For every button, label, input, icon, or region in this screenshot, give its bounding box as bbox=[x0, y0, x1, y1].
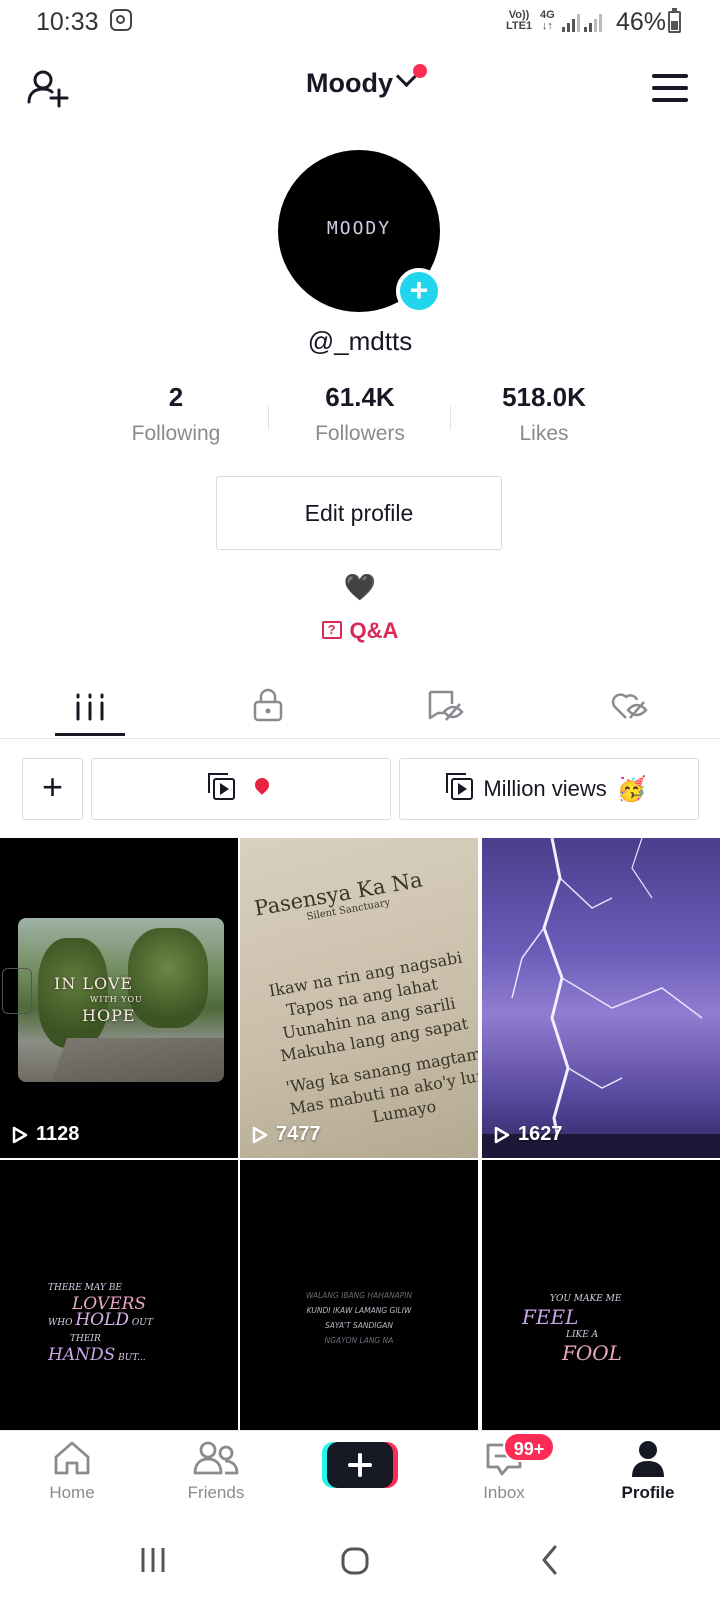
volte-indicator: Vo)) LTE1 bbox=[506, 10, 532, 32]
overlay-text: WHO bbox=[48, 1318, 73, 1328]
recent-apps-icon[interactable] bbox=[138, 1546, 168, 1574]
network-type-indicator: 4G ↓↑ bbox=[540, 10, 555, 32]
profile-tabs bbox=[0, 676, 720, 739]
create-icon bbox=[322, 1442, 398, 1488]
thumbnail-image: THERE MAY BE LOVERS WHO HOLD OUT THEIR H… bbox=[48, 1280, 153, 1366]
thumbnail-image: YOU MAKE ME FEEL LIKE A FOOL bbox=[522, 1290, 622, 1365]
add-playlist-button[interactable]: + bbox=[22, 758, 83, 820]
thumbnail-image: Pasensya Ka Na Silent Sanctuary Ikaw na … bbox=[240, 838, 478, 1153]
menu-button[interactable] bbox=[652, 74, 688, 102]
status-bar: 10:33 Vo)) LTE1 4G ↓↑ 46% bbox=[0, 0, 720, 44]
party-emoji: 🥳 bbox=[616, 775, 647, 803]
likes-count[interactable]: 518.0K bbox=[454, 382, 634, 413]
battery-icon bbox=[668, 8, 681, 33]
friends-icon bbox=[193, 1441, 239, 1475]
active-tab-indicator bbox=[55, 733, 125, 736]
profile-title: Moody bbox=[306, 68, 393, 98]
qa-label: Q&A bbox=[349, 618, 399, 643]
qa-icon: ? bbox=[321, 621, 342, 640]
view-count: 7477 bbox=[252, 1123, 321, 1146]
view-count: 1128 bbox=[12, 1123, 79, 1146]
overlay-text: BUT... bbox=[118, 1353, 146, 1363]
system-nav bbox=[0, 1520, 720, 1600]
overlay-text: NGAYON LANG NA bbox=[324, 1336, 394, 1345]
thumbnail-image: IN LOVE WITH YOU HOPE bbox=[18, 918, 224, 1082]
tab-private[interactable] bbox=[180, 676, 360, 738]
bio-text: 🖤 bbox=[343, 572, 377, 602]
home-icon bbox=[54, 1441, 90, 1475]
overlay-text: HOPE bbox=[82, 1006, 136, 1025]
nav-profile[interactable]: Profile bbox=[576, 1431, 720, 1519]
battery-percentage: 46% bbox=[616, 8, 667, 36]
nav-label: Inbox bbox=[483, 1483, 525, 1502]
overlay-text: OUT bbox=[131, 1318, 153, 1328]
add-avatar-button[interactable]: + bbox=[396, 268, 442, 314]
play-icon bbox=[494, 1126, 510, 1143]
likes-label[interactable]: Likes bbox=[454, 422, 634, 446]
heart-off-icon bbox=[611, 693, 648, 719]
overlay-text: IN LOVE bbox=[54, 974, 134, 993]
profile-icon bbox=[632, 1441, 664, 1477]
network-arrows: ↓↑ bbox=[541, 20, 553, 32]
status-time: 10:33 bbox=[36, 8, 99, 36]
stat-divider bbox=[450, 406, 451, 430]
video-thumbnail[interactable]: Pasensya Ka Na Silent Sanctuary Ikaw na … bbox=[240, 838, 478, 1158]
back-icon[interactable] bbox=[540, 1544, 560, 1576]
overlay-text: HOLD bbox=[75, 1310, 130, 1330]
video-thumbnail[interactable]: WALANG IBANG HAHANAPIN KUNDI IKAW LAMANG… bbox=[240, 1160, 478, 1430]
video-thumbnail[interactable]: 1627 bbox=[482, 838, 720, 1158]
grid-icon bbox=[76, 693, 104, 721]
home-button-icon[interactable] bbox=[340, 1546, 370, 1576]
playlist-label: Million views bbox=[483, 776, 607, 801]
playlist-icon bbox=[446, 773, 474, 800]
followers-count[interactable]: 61.4K bbox=[270, 382, 450, 413]
video-thumbnail[interactable]: IN LOVE WITH YOU HOPE 1128 bbox=[0, 838, 238, 1158]
view-count: 1627 bbox=[494, 1123, 563, 1146]
notification-dot bbox=[413, 64, 427, 78]
playlist-item[interactable] bbox=[91, 758, 391, 820]
inbox-badge: 99+ bbox=[503, 1432, 555, 1462]
pin-icon bbox=[252, 775, 272, 795]
signal-icon-2 bbox=[584, 14, 602, 32]
overlay-text: WALANG IBANG HAHANAPIN bbox=[305, 1291, 413, 1300]
username: @_mdtts bbox=[307, 326, 413, 356]
followers-label[interactable]: Followers bbox=[270, 422, 450, 446]
video-thumbnail[interactable]: THERE MAY BE LOVERS WHO HOLD OUT THEIR H… bbox=[0, 1160, 238, 1430]
volte-line-2: LTE1 bbox=[506, 20, 533, 32]
following-count[interactable]: 2 bbox=[86, 382, 266, 413]
eye-off-icon bbox=[428, 690, 464, 721]
create-button[interactable] bbox=[322, 1440, 398, 1490]
tab-liked[interactable] bbox=[540, 676, 720, 738]
overlay-text: KUNDI IKAW LAMANG GILIW bbox=[306, 1306, 412, 1315]
qa-link[interactable]: ? Q&A bbox=[0, 618, 720, 644]
edit-profile-button[interactable]: Edit profile bbox=[216, 476, 502, 550]
lightning-image bbox=[482, 838, 720, 1158]
thumbnail-image: WALANG IBANG HAHANAPIN KUNDI IKAW LAMANG… bbox=[240, 1288, 478, 1348]
stat-divider bbox=[268, 406, 269, 430]
nav-home[interactable]: Home bbox=[0, 1431, 144, 1519]
play-icon bbox=[252, 1126, 268, 1143]
instagram-notification-icon bbox=[110, 9, 132, 31]
playlist-icon bbox=[208, 773, 235, 800]
play-icon bbox=[12, 1126, 28, 1143]
overlay-text: FEEL bbox=[522, 1305, 579, 1329]
nav-label: Profile bbox=[621, 1483, 675, 1502]
playlist-item[interactable]: Million views 🥳 bbox=[399, 758, 699, 820]
nav-friends[interactable]: Friends bbox=[144, 1431, 288, 1519]
tab-videos[interactable] bbox=[0, 676, 180, 738]
following-label[interactable]: Following bbox=[86, 422, 266, 446]
nav-label: Friends bbox=[187, 1483, 245, 1502]
nav-label: Home bbox=[49, 1483, 95, 1502]
account-switcher[interactable]: Moody bbox=[0, 65, 720, 99]
tab-reposts[interactable] bbox=[360, 676, 540, 738]
video-thumbnail[interactable]: YOU MAKE ME FEEL LIKE A FOOL bbox=[482, 1160, 720, 1430]
signal-icon-1 bbox=[562, 14, 580, 32]
overlay-text: FOOL bbox=[562, 1341, 622, 1365]
overlay-text: HANDS bbox=[48, 1345, 116, 1365]
lock-icon bbox=[253, 688, 283, 722]
avatar-text: MOODY bbox=[326, 218, 392, 239]
overlay-text: SAYA'T SANDIGAN bbox=[324, 1321, 394, 1330]
